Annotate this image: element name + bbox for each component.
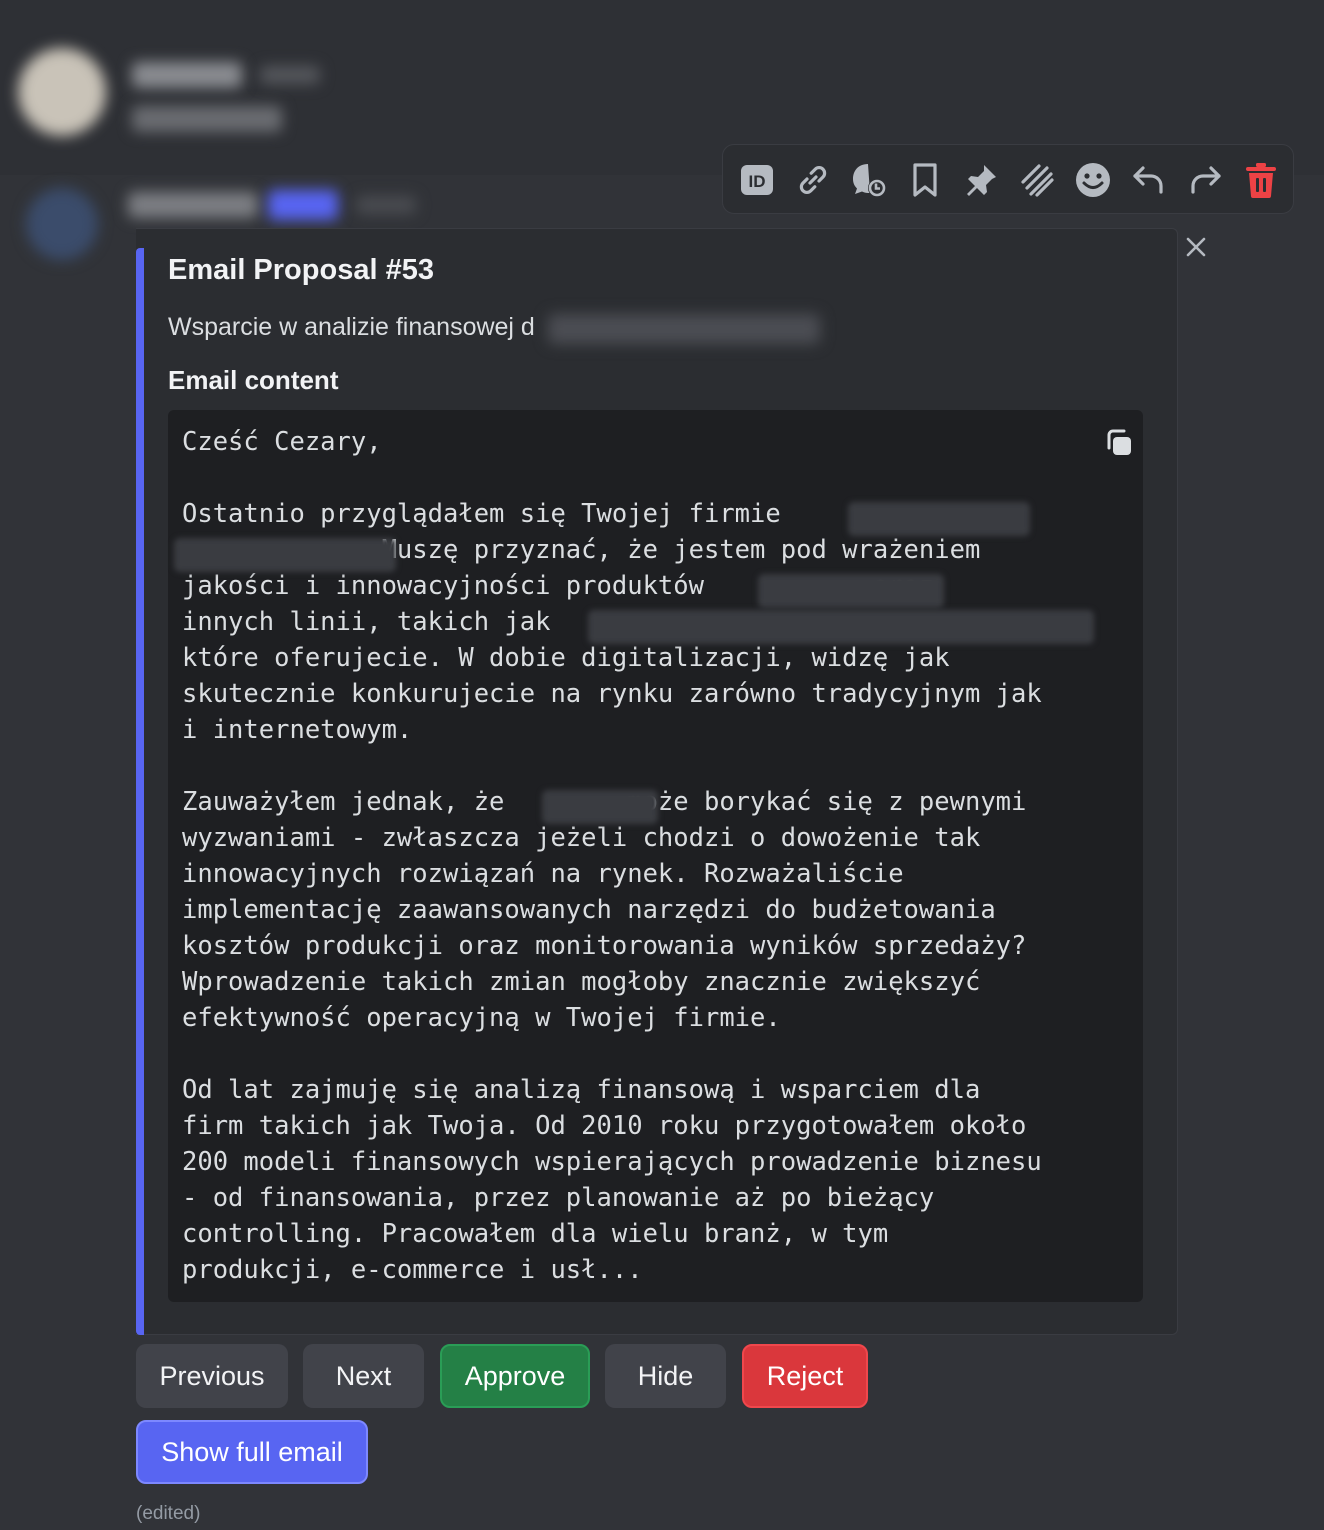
timestamp-redacted [260,66,320,84]
username-redacted [132,62,242,88]
code-line: controlling. Pracowałem dla wielu branż,… [182,1219,889,1249]
edited-label: (edited) [136,1503,201,1524]
code-line: efektywność operacyjną w Twojej firmie. [182,1003,781,1033]
code-line: kosztów produkcji oraz monitorowania wyn… [182,931,1027,961]
svg-text:ID: ID [749,172,766,191]
embed-title: Email Proposal #53 [168,254,434,286]
next-button[interactable]: Next [303,1344,424,1408]
code-line: - od finansowania, przez planowanie aż p… [182,1183,935,1213]
reply-icon[interactable] [1125,156,1173,204]
forward-icon[interactable] [1181,156,1229,204]
emoji-icon[interactable] [1069,156,1117,204]
avatar[interactable] [18,48,106,136]
thread-icon[interactable] [845,156,893,204]
trash-icon[interactable] [1237,156,1285,204]
reject-button[interactable]: Reject [742,1344,868,1408]
code-line: 200 modeli finansowych wspierających pro… [182,1147,1042,1177]
code-line: innowacyjnych rozwiązań na rynek. Rozważ… [182,859,904,889]
redacted-company-name [174,538,396,572]
message-actions-toolbar: ID [722,144,1294,214]
message-text-redacted [132,106,282,132]
copy-icon[interactable] [1102,426,1136,460]
code-line: Od lat zajmuję się analizą finansową i w… [182,1075,981,1105]
approve-button[interactable]: Approve [440,1344,590,1408]
field-name-email-content: Email content [168,365,339,395]
id-icon[interactable]: ID [733,156,781,204]
redacted-product-name [758,574,944,608]
code-line: firm takich jak Twoja. Od 2010 roku przy… [182,1111,1027,1141]
pins-stack-icon[interactable] [1013,156,1061,204]
description-redacted [548,314,820,344]
code-line: Cześć Cezary, [182,427,382,457]
code-line: które oferujecie. W dobie digitalizacji,… [182,643,950,673]
embed-description: Wsparcie w analizie finansowej d [168,313,535,341]
bot-avatar[interactable] [26,188,98,260]
pin-icon[interactable] [957,156,1005,204]
code-line: Wprowadzenie takich zmian mogłoby znaczn… [182,967,981,997]
code-line: skutecznie konkurujecie na rynku zarówno… [182,679,1042,709]
code-line: innych linii, takich jak [182,607,551,637]
redacted-company-name [848,502,1030,536]
bookmark-icon[interactable] [901,156,949,204]
code-line: Ostatnio przyglądałem się Twojej firmie [182,499,781,529]
bot-badge [268,190,338,220]
code-line: i internetowym. [182,715,413,745]
code-line: implementację zaawansowanych narzędzi do… [182,895,996,925]
redacted-company-name [542,790,658,824]
redacted-product-lines [588,610,1094,644]
embed-accent-bar [136,248,144,1335]
hide-button[interactable]: Hide [605,1344,726,1408]
show-full-email-button[interactable]: Show full email [136,1420,368,1484]
bot-username-redacted [128,192,258,218]
email-content-codeblock: Cześć Cezary, Ostatnio przyglądałem się … [168,410,1143,1302]
previous-button[interactable]: Previous [136,1344,288,1408]
code-line: wyzwaniami - zwłaszcza jeżeli chodzi o d… [182,823,981,853]
close-icon[interactable] [1180,231,1212,263]
code-line: produkcji, e-commerce i usł... [182,1255,643,1285]
bot-timestamp-redacted [356,196,416,214]
link-icon[interactable] [789,156,837,204]
